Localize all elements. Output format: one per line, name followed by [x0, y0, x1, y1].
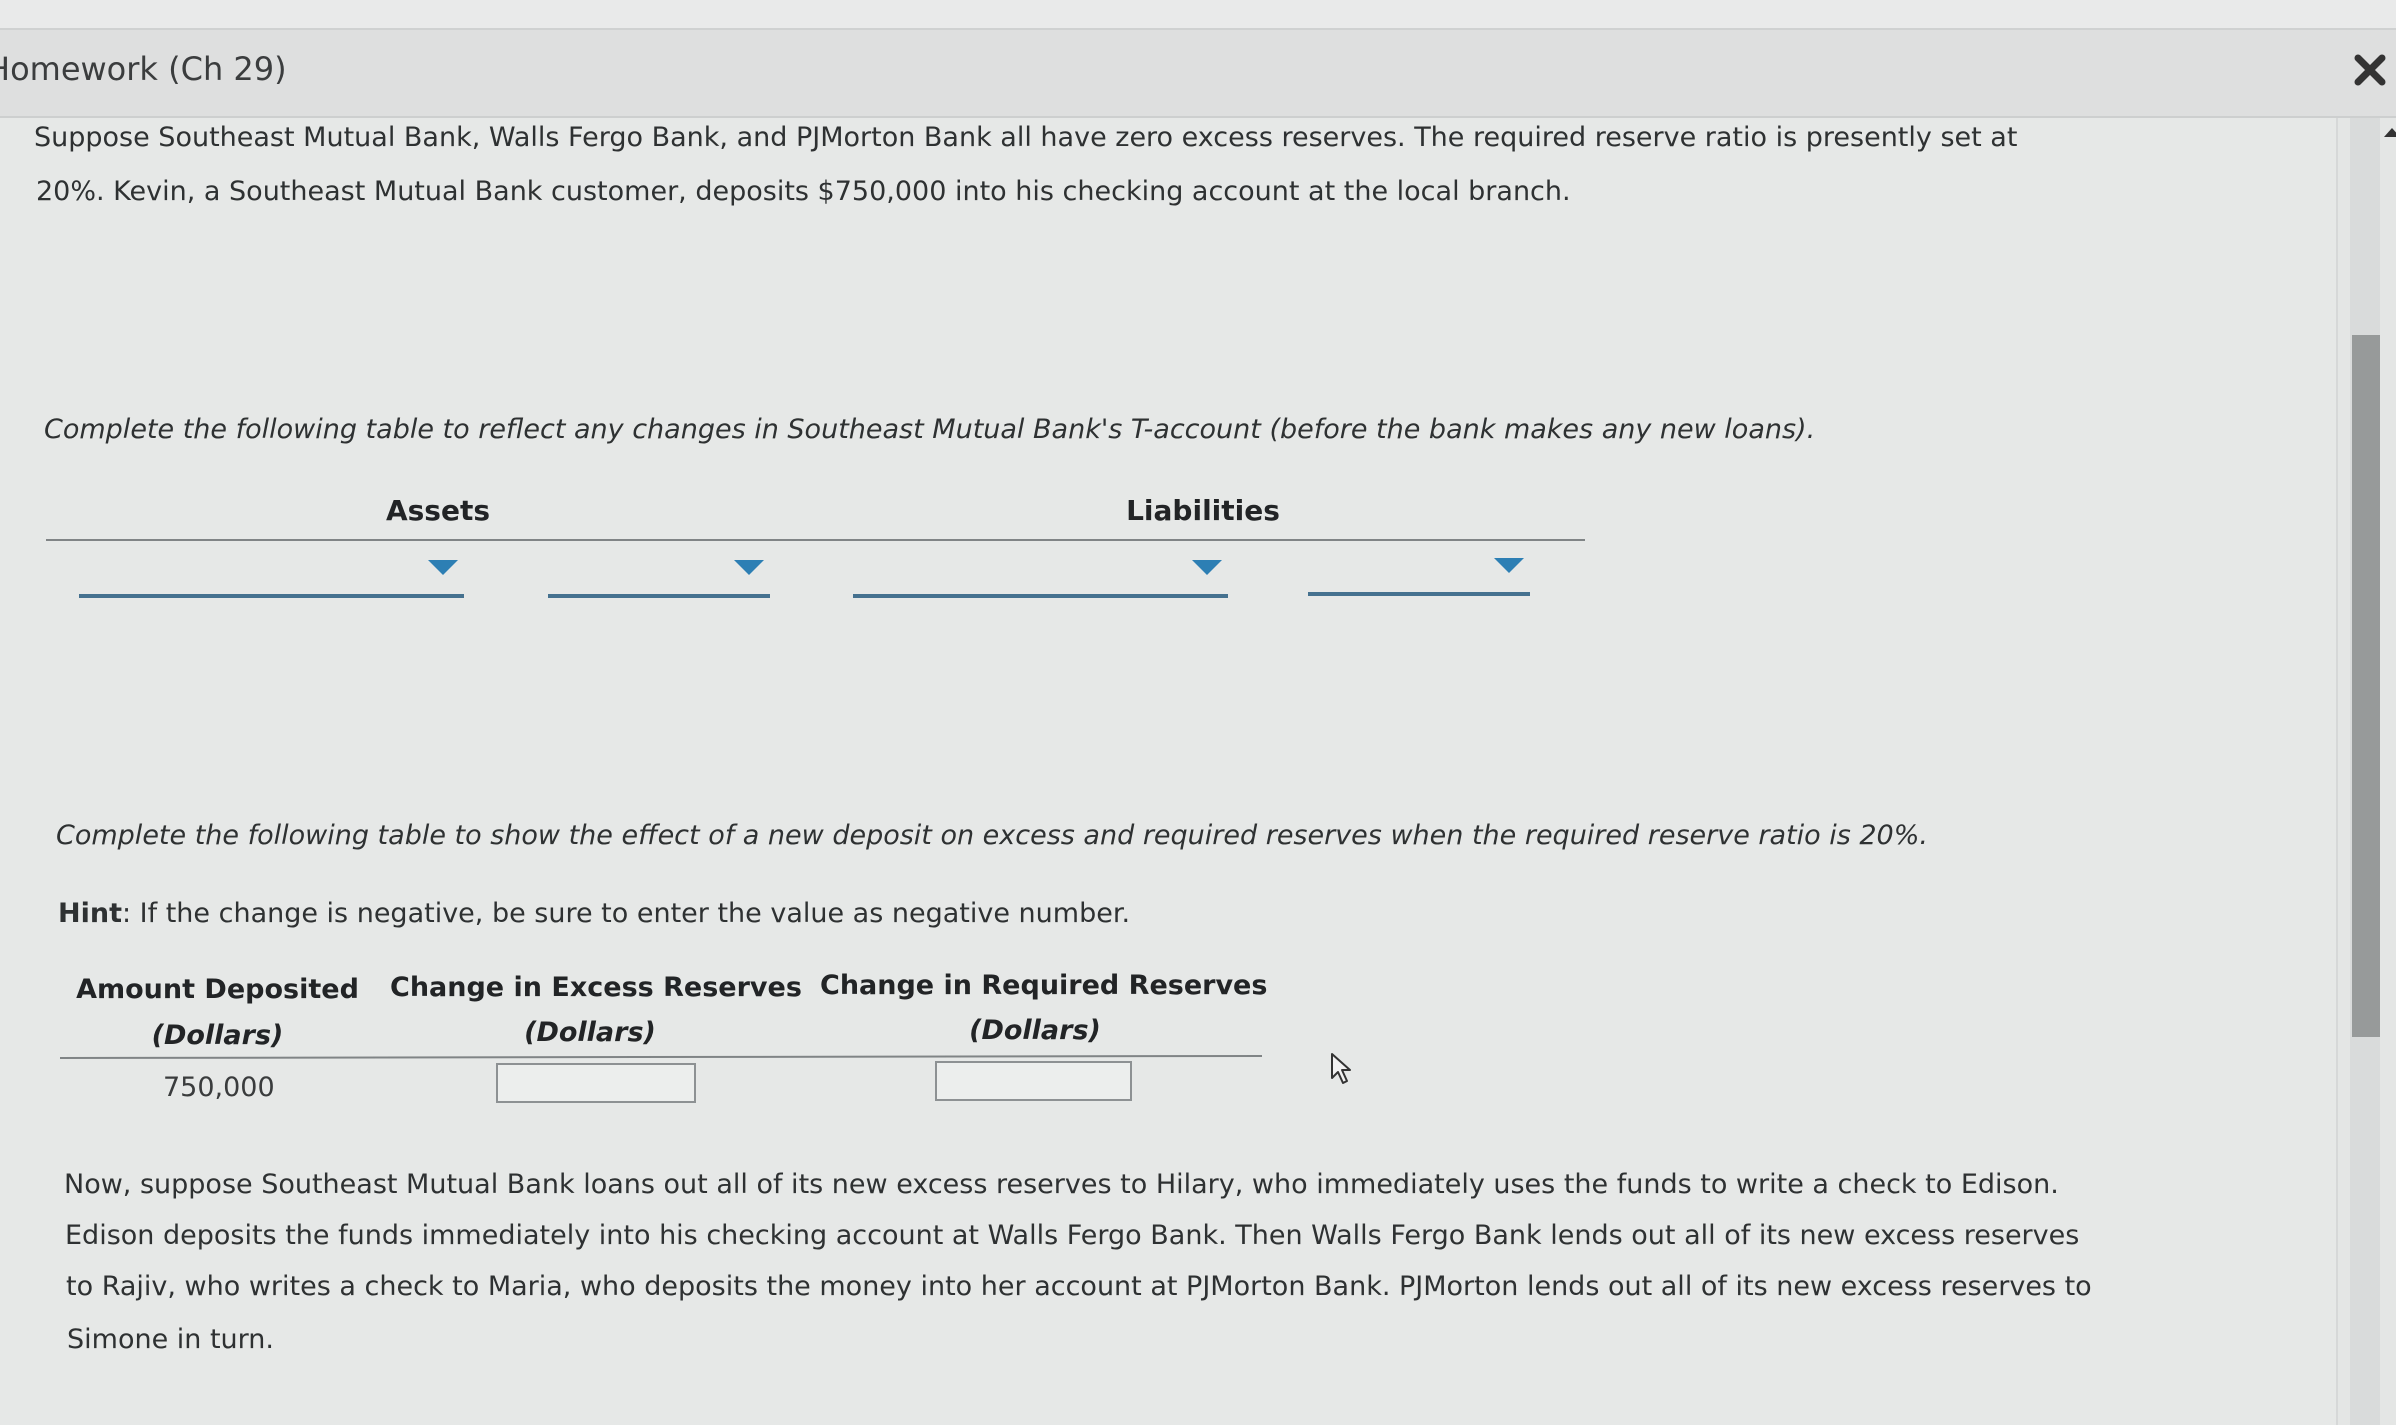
change-required-reserves-input[interactable] — [935, 1061, 1132, 1101]
amount-deposited-value: 750,000 — [163, 1072, 275, 1103]
liabilities-header: Liabilities — [1126, 494, 1280, 527]
col-unit-excess: (Dollars) — [524, 1017, 656, 1048]
assets-header: Assets — [385, 494, 491, 527]
chevron-down-icon — [1494, 558, 1524, 573]
assets-dropdown-2[interactable] — [548, 560, 770, 598]
assets-dropdown-1[interactable] — [79, 560, 464, 598]
scenario-line-3: to Rajiv, who writes a check to Maria, w… — [66, 1271, 2092, 1302]
scenario-line-4: Simone in turn. — [67, 1324, 274, 1355]
scrollbar-thumb[interactable] — [2352, 335, 2380, 1037]
modal-header: Homework (Ch 29) — [0, 30, 2396, 118]
intro-line-2: 20%. Kevin, a Southeast Mutual Bank cust… — [36, 176, 1571, 207]
scenario-line-1: Now, suppose Southeast Mutual Bank loans… — [64, 1169, 2059, 1200]
reserves-instruction: Complete the following table to show the… — [56, 820, 1928, 851]
chevron-down-icon — [734, 560, 764, 575]
liabilities-dropdown-2[interactable] — [1308, 558, 1530, 596]
col-header-amount: Amount Deposited — [76, 974, 359, 1005]
liabilities-dropdown-1[interactable] — [853, 560, 1228, 598]
chevron-down-icon — [428, 560, 458, 575]
question-panel: Suppose Southeast Mutual Bank, Walls Fer… — [0, 118, 2338, 1425]
t-account-instruction: Complete the following table to reflect … — [44, 414, 1816, 445]
change-excess-reserves-input[interactable] — [496, 1063, 696, 1103]
reserves-table-rule — [59, 1054, 1263, 1060]
close-icon — [2354, 54, 2386, 86]
col-header-required: Change in Required Reserves — [820, 970, 1268, 1001]
t-account-rule — [46, 539, 1585, 541]
col-unit-amount: (Dollars) — [151, 1020, 284, 1051]
hint: Hint: If the change is negative, be sure… — [58, 888, 1130, 940]
col-unit-required: (Dollars) — [969, 1015, 1101, 1046]
col-header-excess: Change in Excess Reserves — [390, 972, 802, 1003]
mouse-cursor-icon — [1331, 1053, 1351, 1084]
hint-text: : If the change is negative, be sure to … — [121, 898, 1131, 929]
hint-label: Hint — [58, 898, 122, 929]
scenario-line-2: Edison deposits the funds immediately in… — [65, 1220, 2080, 1251]
close-button[interactable] — [2350, 50, 2390, 90]
chevron-down-icon — [1192, 560, 1222, 575]
top-strip — [0, 0, 2396, 30]
intro-line-1: Suppose Southeast Mutual Bank, Walls Fer… — [34, 122, 2018, 153]
scroll-up-arrow-icon[interactable] — [2384, 128, 2396, 137]
page-title: Homework (Ch 29) — [0, 50, 287, 88]
